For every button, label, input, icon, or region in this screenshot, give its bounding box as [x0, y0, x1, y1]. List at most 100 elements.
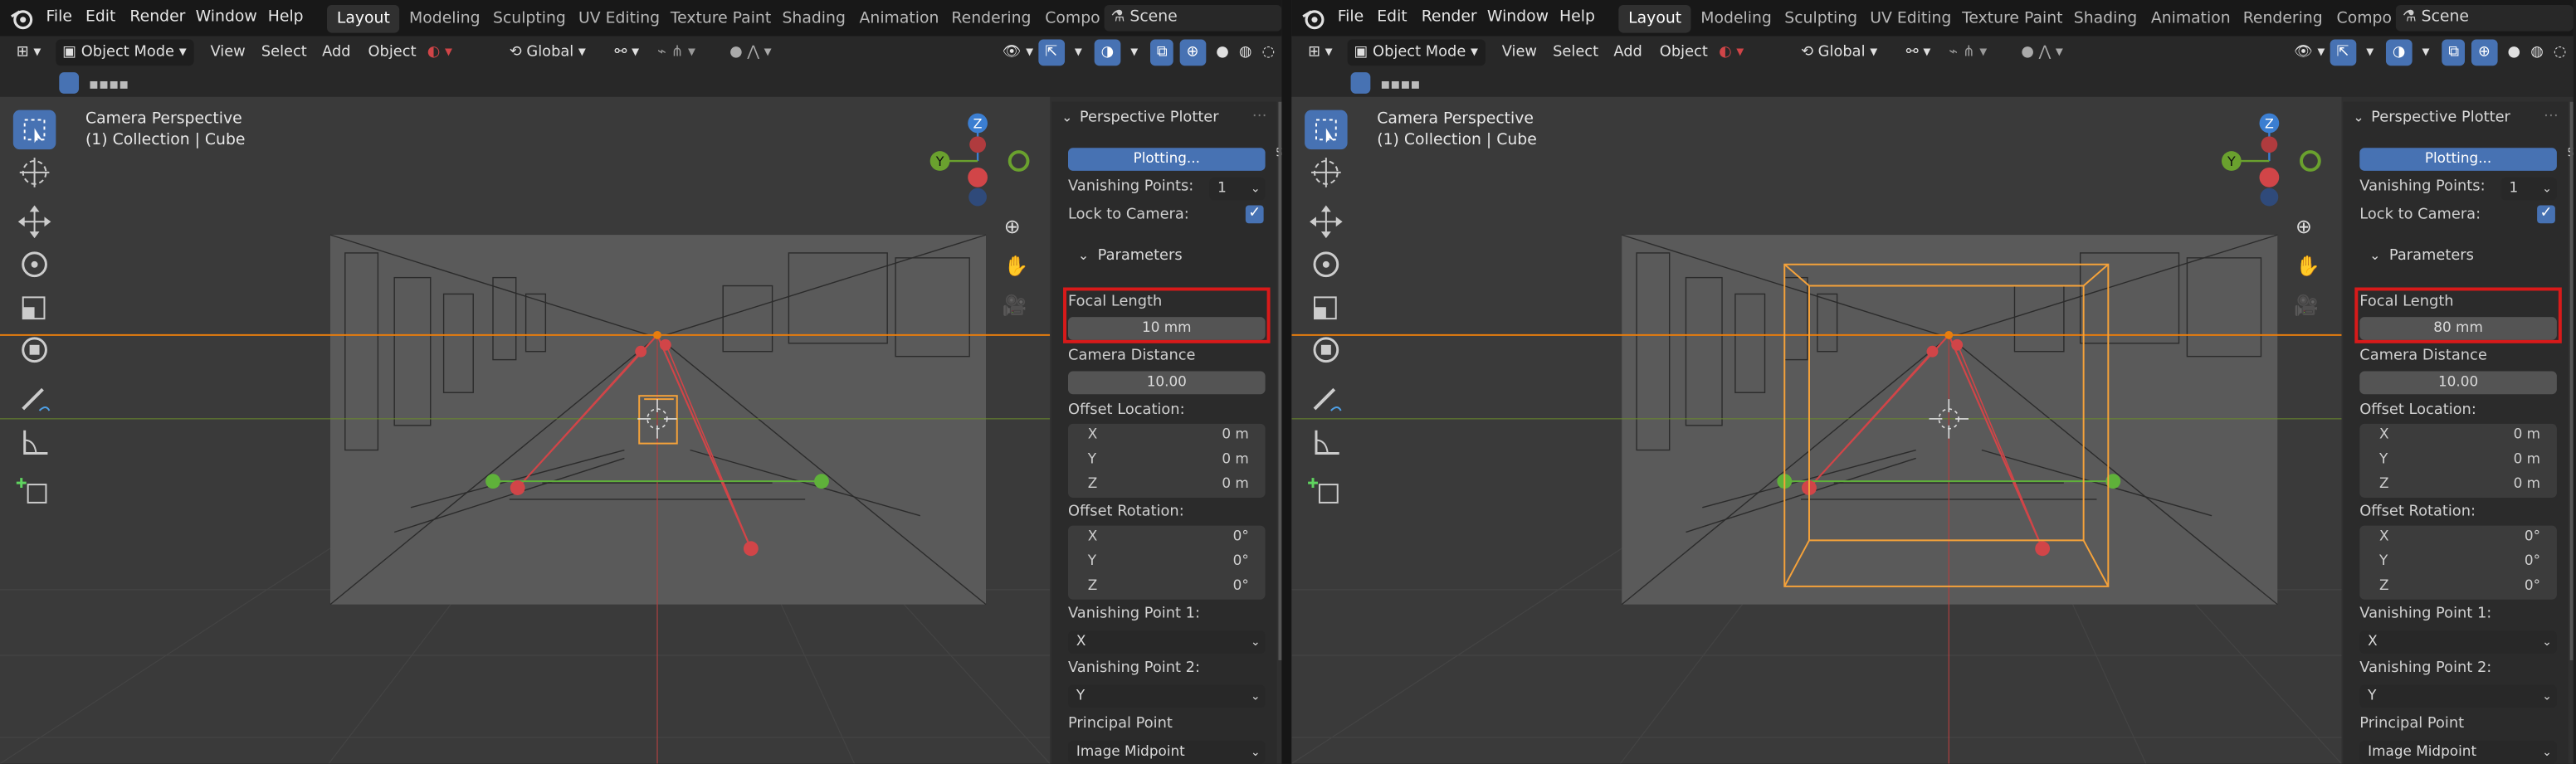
- gizmo-x-axis[interactable]: [2259, 167, 2280, 187]
- offset-rot-y-field[interactable]: 0°: [1233, 553, 1249, 570]
- tab-modeling[interactable]: Modeling: [1690, 5, 1781, 33]
- vanishing-point-1-dropdown[interactable]: X ⌄: [1068, 630, 1266, 655]
- guide-handle-3[interactable]: [1926, 345, 1939, 358]
- wireframe-shading-icon[interactable]: ⊕: [1179, 39, 1206, 66]
- tab-uv-editing[interactable]: UV Editing: [1860, 5, 1961, 33]
- 3d-viewport[interactable]: Z Y ⊕ ✋ 🎥 Camera Perspective (1) Collect…: [0, 96, 1051, 764]
- plotting-button[interactable]: Plotting...: [2359, 148, 2557, 171]
- gizmo-menu-icon[interactable]: ▾: [1068, 40, 1089, 66]
- solid-shading-icon[interactable]: ●: [1209, 40, 1235, 66]
- tab-texture-paint[interactable]: Texture Paint: [661, 5, 781, 33]
- camera-distance-field[interactable]: 10.00: [1068, 371, 1266, 395]
- gizmo-neg-y[interactable]: [1007, 150, 1030, 172]
- select-mode-others-icon[interactable]: ▪▪▪▪: [1373, 72, 1427, 94]
- select-mode-others-icon[interactable]: ▪▪▪▪: [82, 72, 135, 94]
- guide-handle-3[interactable]: [635, 345, 647, 358]
- gizmo-neg-y[interactable]: [2300, 150, 2321, 172]
- annotate-tool-icon[interactable]: [1305, 379, 1347, 419]
- panel-scrollbar[interactable]: [1278, 101, 1282, 660]
- tab-layout[interactable]: Layout: [1618, 4, 1692, 33]
- blender-logo-icon[interactable]: [1301, 7, 1325, 30]
- menu-edit[interactable]: Edit: [85, 8, 115, 27]
- menu-help[interactable]: Help: [1559, 8, 1595, 27]
- overlay-menu-icon[interactable]: ▾: [2416, 40, 2437, 66]
- tab-rendering[interactable]: Rendering: [942, 5, 1042, 33]
- proportional-edit-icon[interactable]: ● ⋀ ▾: [2014, 40, 2069, 66]
- vanishing-point-2-dropdown[interactable]: Y ⌄: [1068, 684, 1266, 708]
- camera-view-icon[interactable]: 🎥: [1003, 294, 1027, 317]
- guide-handle-4[interactable]: [659, 338, 671, 351]
- select-box-tool[interactable]: [1305, 109, 1348, 150]
- pan-icon[interactable]: ✋: [1004, 255, 1029, 278]
- gizmo-neg-z[interactable]: [2260, 187, 2279, 207]
- rendered-shading-icon[interactable]: ◌: [1256, 40, 1281, 66]
- add-cube-tool-icon[interactable]: [13, 471, 56, 511]
- menu-add[interactable]: Add: [315, 40, 357, 66]
- lock-to-camera-checkbox[interactable]: ✓: [2537, 205, 2555, 224]
- scale-tool-icon[interactable]: [1305, 288, 1347, 328]
- proportional-edit-icon[interactable]: ● ⋀ ▾: [723, 40, 778, 66]
- offset-rot-x-field[interactable]: 0°: [2525, 529, 2540, 546]
- pivot-icon[interactable]: ⚯ ▾: [1900, 40, 1937, 66]
- material-icon[interactable]: ◐ ▾: [421, 40, 459, 66]
- solid-shading-icon[interactable]: ●: [2501, 40, 2527, 66]
- gizmo-neg-x[interactable]: [969, 136, 986, 153]
- pivot-icon[interactable]: ⚯ ▾: [608, 40, 646, 66]
- 3d-viewport[interactable]: Z Y ⊕ ✋ 🎥 Camera Perspective (1) Collect…: [1291, 96, 2342, 764]
- menu-object[interactable]: Object: [1653, 40, 1715, 66]
- gizmo-toggle-icon[interactable]: ⇱: [2330, 39, 2356, 66]
- select-mode-new-icon[interactable]: [59, 72, 80, 94]
- transform-tool-icon[interactable]: [13, 330, 56, 370]
- horizontal-guide-handle-left[interactable]: [485, 474, 500, 489]
- material-icon[interactable]: ◐ ▾: [1712, 40, 1750, 66]
- gizmo-toggle-icon[interactable]: ⇱: [1038, 39, 1065, 66]
- menu-view[interactable]: View: [204, 40, 252, 66]
- snap-icon[interactable]: ⌁ ⋔ ▾: [651, 40, 702, 66]
- menu-file[interactable]: File: [46, 8, 71, 27]
- wireframe-shading-icon[interactable]: ⊕: [2471, 39, 2497, 66]
- menu-window[interactable]: Window: [1487, 8, 1549, 27]
- offset-loc-x-field[interactable]: 0 m: [2514, 427, 2540, 444]
- scene-selector[interactable]: ⚗ Scene: [1104, 4, 1282, 32]
- navigation-gizmo[interactable]: Z Y: [2221, 113, 2321, 207]
- lock-to-camera-checkbox[interactable]: ✓: [1245, 205, 1264, 224]
- overlay-menu-icon[interactable]: ▾: [1124, 40, 1144, 66]
- panel-scrollbar[interactable]: [2569, 101, 2574, 660]
- mode-dropdown[interactable]: ▣ Object Mode ▾: [56, 39, 194, 66]
- vanishing-point-2-dropdown[interactable]: Y ⌄: [2359, 684, 2557, 708]
- scale-tool-icon[interactable]: [13, 288, 56, 328]
- vanishing-point-marker[interactable]: [1944, 330, 1954, 339]
- xray-icon[interactable]: ⧉: [1150, 39, 1174, 66]
- tab-animation[interactable]: Animation: [850, 5, 949, 33]
- vanishing-point-marker[interactable]: [653, 330, 661, 339]
- panel-header[interactable]: ⌄ Perspective Plotter ⋯: [2343, 109, 2568, 135]
- plotting-button[interactable]: Plotting...: [1068, 148, 1266, 171]
- measure-tool-icon[interactable]: [1305, 422, 1347, 462]
- orientation-dropdown[interactable]: ⟲ Global ▾: [1794, 40, 1884, 66]
- gizmo-neg-x[interactable]: [2261, 136, 2278, 153]
- tab-uv-editing[interactable]: UV Editing: [568, 5, 670, 33]
- menu-render[interactable]: Render: [129, 8, 185, 27]
- orientation-dropdown[interactable]: ⟲ Global ▾: [503, 40, 593, 66]
- parameters-subpanel-header[interactable]: ⌄ Parameters: [1051, 248, 1276, 271]
- offset-rot-z-field[interactable]: 0°: [2525, 578, 2540, 595]
- material-shading-icon[interactable]: ◍: [2524, 40, 2549, 66]
- visibility-icon[interactable]: 👁 ▾: [2287, 40, 2331, 66]
- drag-handle-icon[interactable]: ⋯: [2544, 109, 2559, 125]
- tab-sculpting[interactable]: Sculpting: [483, 5, 576, 33]
- select-mode-new-icon[interactable]: [1350, 72, 1371, 94]
- offset-loc-y-field[interactable]: 0 m: [1222, 452, 1248, 469]
- horizontal-guide-handle-right[interactable]: [814, 474, 829, 489]
- offset-loc-z-field[interactable]: 0 m: [1222, 476, 1248, 493]
- vanishing-point-1-dropdown[interactable]: X ⌄: [2359, 630, 2557, 655]
- xray-icon[interactable]: ⧉: [2442, 39, 2466, 66]
- cursor-tool-icon[interactable]: [13, 153, 56, 192]
- offset-loc-x-field[interactable]: 0 m: [1222, 427, 1248, 444]
- editor-type-icon[interactable]: ⊞ ▾: [1301, 40, 1339, 66]
- material-shading-icon[interactable]: ◍: [1232, 40, 1258, 66]
- guide-handle-2[interactable]: [743, 541, 759, 557]
- vanishing-points-dropdown[interactable]: 1 ⌄: [2500, 177, 2557, 201]
- move-tool-icon[interactable]: [13, 202, 56, 242]
- editor-type-icon[interactable]: ⊞ ▾: [10, 40, 47, 66]
- tab-shading[interactable]: Shading: [773, 5, 856, 33]
